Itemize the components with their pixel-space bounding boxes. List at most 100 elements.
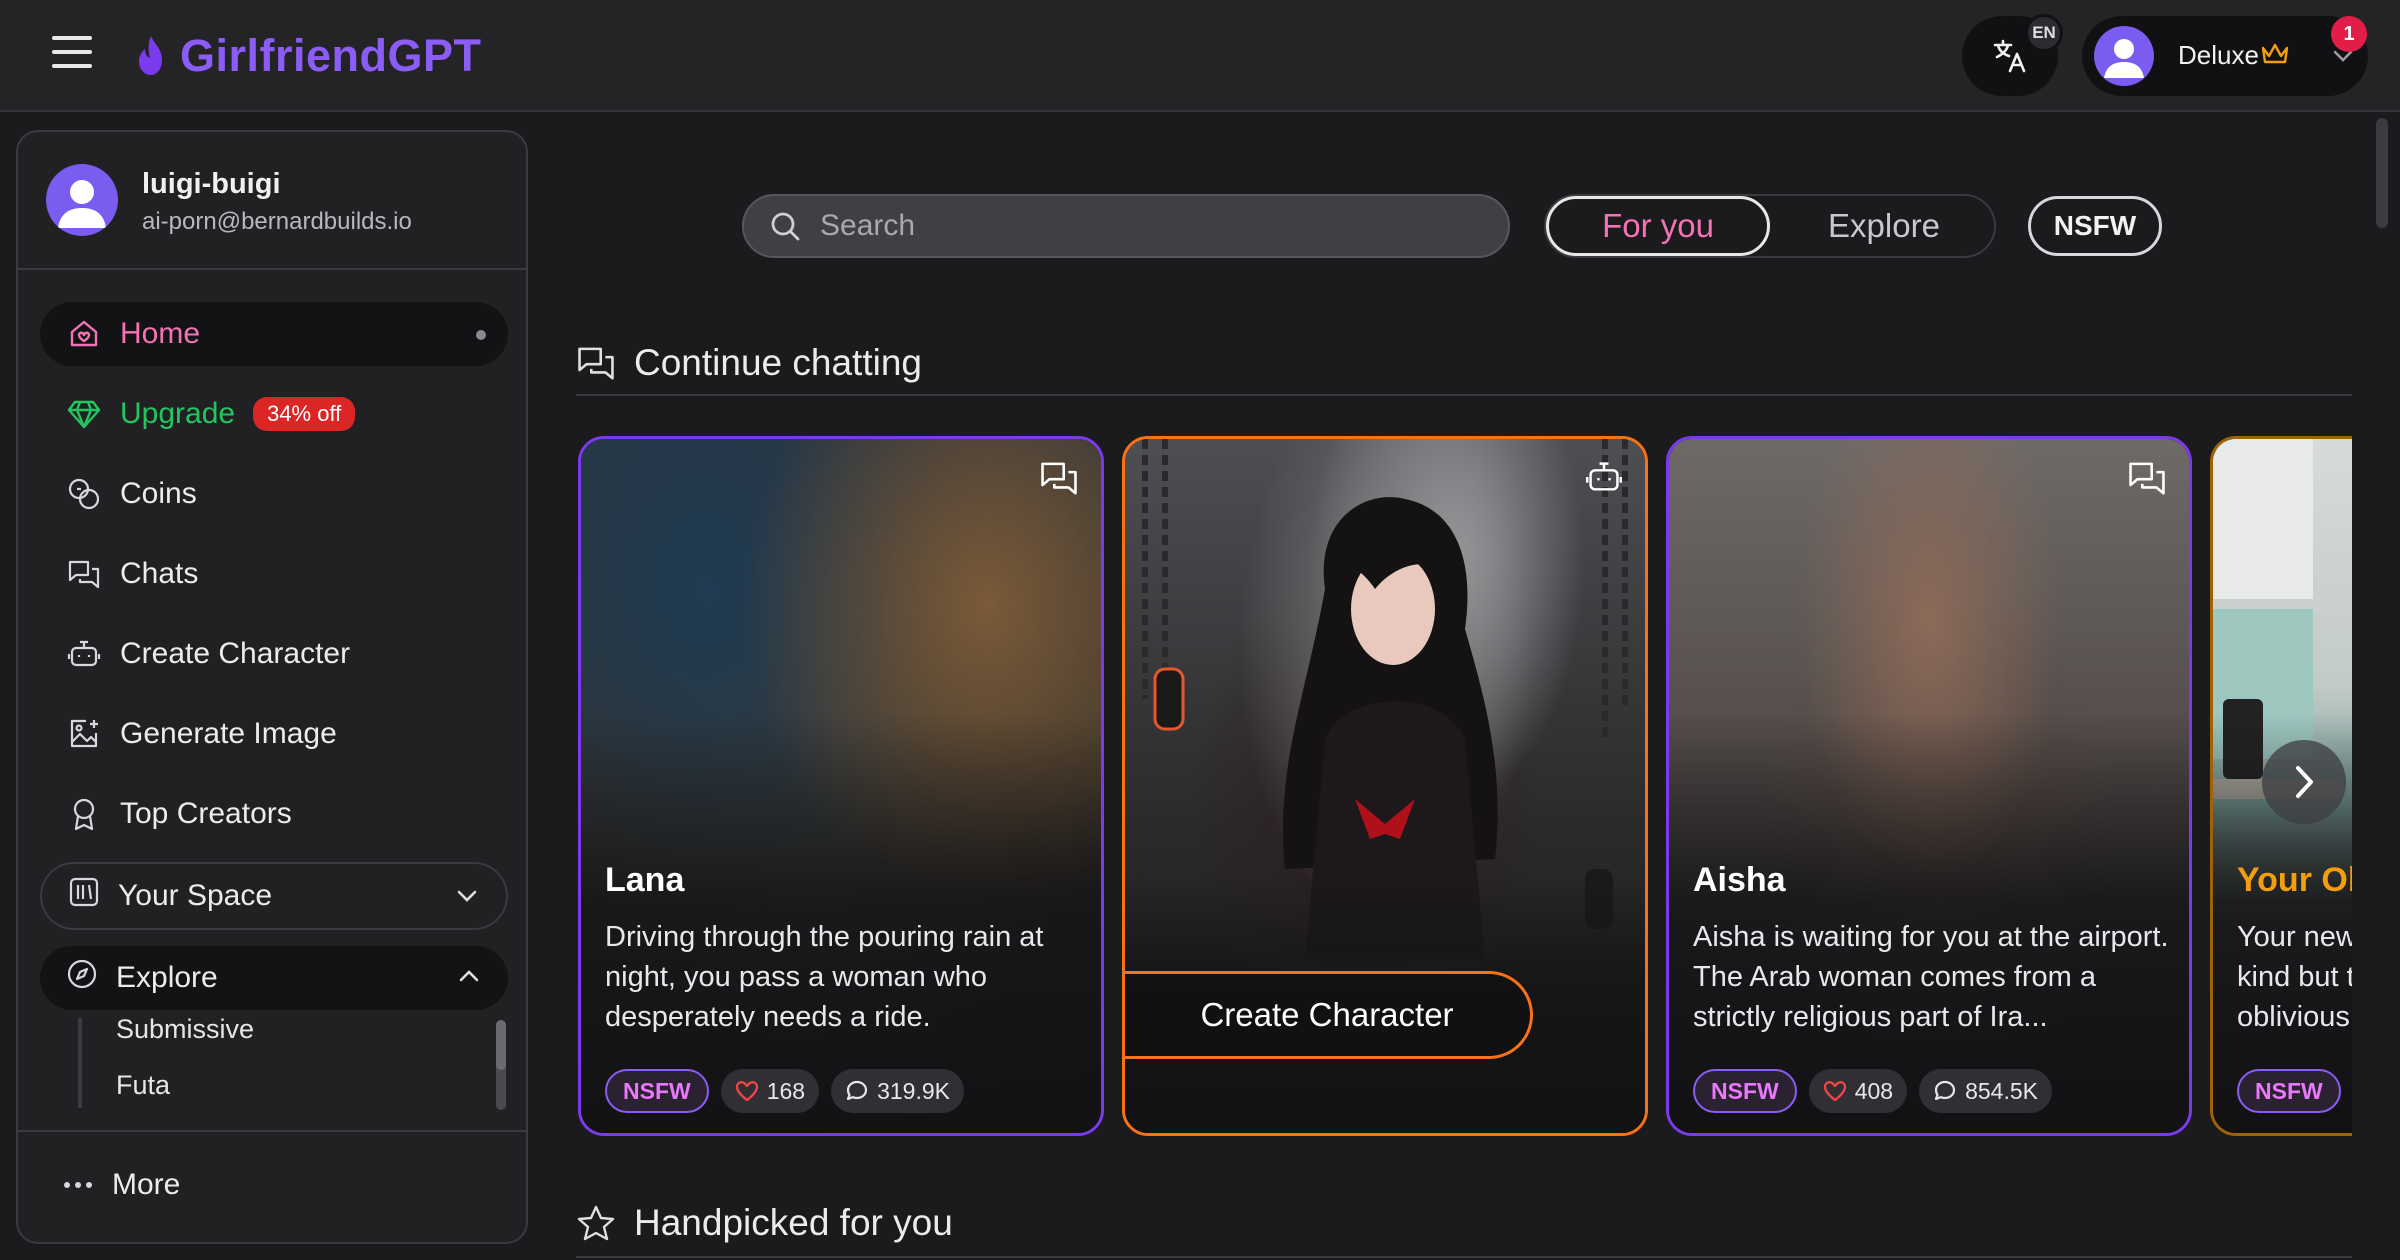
- profile-card[interactable]: luigi-buigi ai-porn@bernardbuilds.io: [18, 132, 526, 270]
- notification-badge: 1: [2331, 16, 2367, 52]
- explore-subitem-submissive[interactable]: Submissive: [116, 1014, 254, 1045]
- message-icon: [846, 1080, 868, 1101]
- flame-icon: [139, 36, 162, 75]
- card-stats: NSFW 408 854.5K: [1693, 1069, 2052, 1113]
- nsfw-tag: NSFW: [605, 1069, 709, 1113]
- sidebar: luigi-buigi ai-porn@bernardbuilds.io Hom…: [16, 130, 528, 1244]
- create-character-button[interactable]: Create Character: [1125, 971, 1533, 1059]
- create-character-card[interactable]: Create Character: [1122, 436, 1648, 1136]
- top-bar: GirlfriendGPT EN Deluxe 1: [0, 0, 2400, 112]
- page-scrollbar-thumb[interactable]: [2376, 118, 2388, 228]
- page-scrollbar[interactable]: [2372, 114, 2394, 1260]
- sidebar-item-generate-image[interactable]: Generate Image: [40, 702, 508, 766]
- gem-icon: [66, 396, 102, 432]
- sidebar-item-label: Home: [120, 317, 201, 350]
- language-badge: EN: [2025, 14, 2063, 52]
- chats-icon: [578, 347, 614, 380]
- divider: [18, 1130, 526, 1132]
- profile-name: luigi-buigi: [142, 168, 281, 200]
- character-card-aisha[interactable]: Aisha Aisha is waiting for you at the ai…: [1666, 436, 2192, 1136]
- award-icon: [66, 796, 102, 832]
- chats-stat: 854.5K: [1919, 1069, 2052, 1113]
- search-icon: [771, 212, 800, 241]
- your-space-dropdown[interactable]: Your Space: [40, 862, 508, 930]
- brand-name: GirlfriendGPT: [180, 30, 482, 81]
- more-label: More: [112, 1168, 181, 1201]
- sidebar-item-upgrade[interactable]: Upgrade 34% off: [40, 382, 508, 446]
- heart-icon: [1823, 1081, 1846, 1102]
- section-title: Continue chatting: [634, 342, 922, 383]
- sidebar-item-chats[interactable]: Chats: [40, 542, 508, 606]
- character-description: Aisha is waiting for you at the airport.…: [1693, 921, 2169, 1033]
- explore-label: Explore: [116, 961, 218, 994]
- sidebar-item-top-creators[interactable]: Top Creators: [40, 782, 508, 846]
- chat-icon[interactable]: [1039, 459, 1079, 497]
- your-space-label: Your Space: [118, 879, 273, 912]
- sidebar-item-create-character[interactable]: Create Character: [40, 622, 508, 686]
- sidebar-item-label: Chats: [120, 557, 199, 590]
- likes-stat: 168: [720, 1069, 820, 1113]
- explore-dropdown[interactable]: Explore: [40, 946, 508, 1010]
- account-plan-label: Deluxe: [2178, 40, 2259, 70]
- explore-subitem-futa[interactable]: Futa: [116, 1070, 170, 1101]
- sidebar-item-label: Create Character: [120, 637, 351, 670]
- section-title: Handpicked for you: [634, 1202, 953, 1243]
- carousel-next-button[interactable]: [2262, 740, 2346, 824]
- robot-icon: [66, 636, 102, 672]
- sidebar-item-label: Coins: [120, 477, 197, 510]
- section-handpicked: Handpicked for you: [576, 1202, 953, 1244]
- card-stats: NSFW 168 319.9K: [605, 1069, 964, 1113]
- sidebar-item-home[interactable]: Home: [40, 302, 508, 366]
- chevron-down-icon: [457, 890, 477, 902]
- active-dot: [476, 330, 486, 340]
- brand-logo[interactable]: GirlfriendGPT: [132, 26, 482, 86]
- search-input[interactable]: [820, 209, 1420, 243]
- sidebar-item-more[interactable]: More: [62, 1168, 180, 1202]
- character-name: Aisha: [1693, 861, 1786, 899]
- likes-count: 168: [766, 1077, 806, 1104]
- more-dots-icon: [64, 1182, 92, 1188]
- crown-icon: [2261, 43, 2289, 64]
- tab-for-you[interactable]: For you: [1546, 196, 1770, 256]
- chats-count: 854.5K: [1965, 1077, 2038, 1104]
- chats-count: 319.9K: [877, 1077, 950, 1104]
- section-continue-chatting: Continue chatting: [576, 342, 922, 384]
- character-description: Driving through the pouring rain at nigh…: [605, 921, 1044, 1033]
- avatar: [2094, 26, 2154, 86]
- likes-stat: 408: [1808, 1069, 1908, 1113]
- chevron-right-icon: [2296, 766, 2313, 798]
- nsfw-toggle-button[interactable]: NSFW: [2028, 196, 2162, 256]
- subnav-line: [78, 1018, 82, 1108]
- character-name: Lana: [605, 861, 685, 899]
- chat-icon[interactable]: [2127, 459, 2167, 497]
- robot-icon[interactable]: [1585, 459, 1623, 495]
- character-card-lana[interactable]: Lana Driving through the pouring rain at…: [578, 436, 1104, 1136]
- home-icon: [66, 316, 102, 352]
- discount-badge: 34% off: [253, 397, 356, 431]
- profile-email: ai-porn@bernardbuilds.io: [142, 208, 412, 235]
- coins-icon: [66, 476, 102, 512]
- continue-chatting-carousel: Lana Driving through the pouring rain at…: [574, 434, 2352, 1138]
- hamburger-menu-button[interactable]: [52, 36, 92, 74]
- chats-stat: 319.9K: [831, 1069, 964, 1113]
- nsfw-tag: NSFW: [2237, 1069, 2341, 1113]
- tab-explore[interactable]: Explore: [1772, 196, 1996, 256]
- feed-toggle: For you Explore: [1544, 194, 1996, 258]
- chevron-up-icon: [459, 970, 479, 982]
- account-menu-button[interactable]: Deluxe: [2082, 16, 2368, 96]
- search-bar[interactable]: [742, 194, 1510, 258]
- chats-icon: [66, 556, 102, 592]
- sidebar-item-coins[interactable]: Coins: [40, 462, 508, 526]
- translate-icon: [1993, 39, 2026, 73]
- sidebar-item-label: Generate Image: [120, 717, 337, 750]
- character-description: Your new kind but t oblivious: [2237, 921, 2352, 1033]
- subnav-scrollbar-thumb[interactable]: [496, 1020, 506, 1070]
- heart-icon: [735, 1081, 758, 1102]
- likes-count: 408: [1854, 1077, 1894, 1104]
- card-stats: NSFW: [2237, 1069, 2341, 1113]
- nsfw-tag: NSFW: [1693, 1069, 1797, 1113]
- character-name: Your Ob: [2237, 861, 2352, 899]
- divider: [576, 394, 2352, 396]
- image-plus-icon: [66, 716, 102, 752]
- compass-icon: [66, 958, 98, 998]
